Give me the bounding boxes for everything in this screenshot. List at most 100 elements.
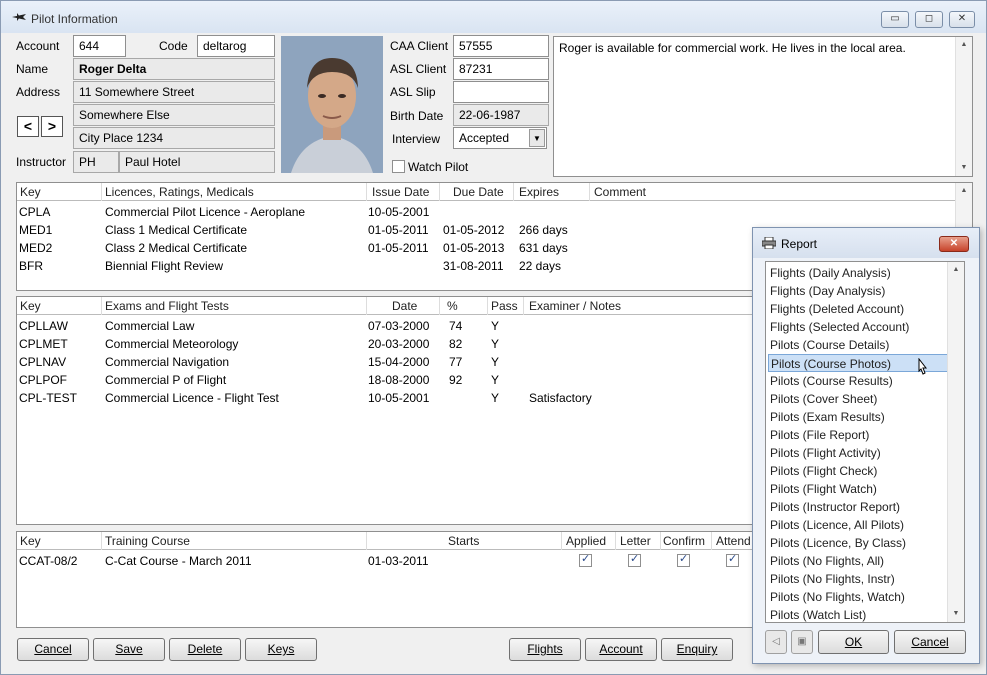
dropdown-arrow-icon[interactable]: ▼ [529,129,545,147]
flights-button[interactable]: Flights [509,638,581,661]
col-header[interactable]: Confirm [663,534,705,548]
confirm-checkbox[interactable] [677,552,690,567]
cell-desc: Commercial P of Flight [105,373,227,387]
col-header[interactable]: Pass [491,299,518,313]
col-header[interactable]: Letter [620,534,651,548]
col-header[interactable]: Due Date [453,185,504,199]
report-cancel-button[interactable]: Cancel [894,630,966,654]
interview-label: Interview [392,132,441,146]
pilot-photo-image [281,36,383,173]
cell-issue: 01-05-2011 [368,223,429,237]
name-field[interactable]: Roger Delta [73,58,275,80]
birth-date-field[interactable]: 22-06-1987 [453,104,549,126]
caa-client-label: CAA Client [390,39,449,53]
delete-button[interactable]: Delete [169,638,241,661]
col-header[interactable]: Starts [448,534,479,548]
watch-pilot-label: Watch Pilot [408,160,469,174]
asl-client-field[interactable]: 87231 [453,58,549,80]
report-list-item[interactable]: Pilots (Licence, By Class) [768,534,948,552]
address-line-2[interactable]: Somewhere Else [73,104,275,126]
col-header[interactable]: Attend [716,534,751,548]
report-list-item[interactable]: Pilots (Flight Check) [768,462,948,480]
col-header[interactable]: % [447,299,458,313]
report-list-item[interactable]: Flights (Daily Analysis) [768,264,948,282]
col-header[interactable]: Applied [566,534,606,548]
report-close-button[interactable]: ✕ [939,236,969,252]
keys-button[interactable]: Keys [245,638,317,661]
report-list-item[interactable]: Pilots (Course Details) [768,336,948,354]
report-list-item[interactable]: Pilots (Flight Watch) [768,480,948,498]
enquiry-button[interactable]: Enquiry [661,638,733,661]
col-header[interactable]: Issue Date [372,185,429,199]
report-list-item[interactable]: Pilots (File Report) [768,426,948,444]
back-arrow-icon[interactable]: ◁ [765,630,787,654]
account-button[interactable]: Account [585,638,657,661]
scroll-up-icon[interactable]: ▲ [948,262,964,278]
report-list-item[interactable]: Pilots (Watch List) [768,606,948,622]
instructor-code-field[interactable]: PH [73,151,119,173]
letter-checkbox[interactable] [628,552,641,567]
report-list-item[interactable]: Pilots (Exam Results) [768,408,948,426]
col-header[interactable]: Examiner / Notes [529,299,621,313]
interview-select[interactable]: Accepted ▼ [453,127,547,149]
notes-scrollbar[interactable]: ▲ ▼ [955,37,972,176]
cell-desc: Commercial Meteorology [105,337,239,351]
report-list-item[interactable]: Flights (Selected Account) [768,318,948,336]
save-button[interactable]: Save [93,638,165,661]
scroll-down-icon[interactable]: ▼ [956,160,972,176]
col-header[interactable]: Date [392,299,417,313]
birth-date-label: Birth Date [390,109,444,123]
report-list-item[interactable]: Pilots (Licence, All Pilots) [768,516,948,534]
col-header[interactable]: Licences, Ratings, Medicals [105,185,254,199]
col-header[interactable]: Comment [594,185,646,199]
address-line-3[interactable]: City Place 1234 [73,127,275,149]
col-header[interactable]: Expires [519,185,559,199]
applied-checkbox[interactable] [579,552,592,567]
report-list-item[interactable]: Flights (Day Analysis) [768,282,948,300]
instructor-name-field[interactable]: Paul Hotel [119,151,275,173]
report-list-item[interactable]: Pilots (No Flights, Watch) [768,588,948,606]
next-record-button[interactable]: > [41,116,63,137]
report-list-item[interactable]: Pilots (Cover Sheet) [768,390,948,408]
save-icon[interactable]: ▣ [791,630,813,654]
report-list-item[interactable]: Pilots (No Flights, Instr) [768,570,948,588]
cell-starts: 01-03-2011 [368,554,429,568]
cancel-button[interactable]: Cancel [17,638,89,661]
caa-client-field[interactable]: 57555 [453,35,549,57]
address-line-1[interactable]: 11 Somewhere Street [73,81,275,103]
report-title-bar: Report ✕ [753,228,979,258]
cell-desc: Class 1 Medical Certificate [105,223,248,237]
scroll-up-icon[interactable]: ▲ [956,37,972,53]
code-field[interactable]: deltarog [197,35,275,57]
scroll-up-icon[interactable]: ▲ [956,183,972,199]
cell-desc: Biennial Flight Review [105,259,224,273]
report-list-item[interactable]: Flights (Deleted Account) [768,300,948,318]
report-title: Report [781,237,818,251]
report-list-item[interactable]: Pilots (No Flights, All) [768,552,948,570]
col-header[interactable]: Exams and Flight Tests [105,299,229,313]
previous-record-button[interactable]: < [17,116,39,137]
report-list-scrollbar[interactable]: ▲ ▼ [947,262,964,622]
scroll-down-icon[interactable]: ▼ [948,606,964,622]
notes-memo[interactable]: Roger is available for commercial work. … [553,36,973,177]
report-list-item[interactable]: Pilots (Instructor Report) [768,498,948,516]
minimize-button[interactable]: ▭ [881,11,909,28]
cell-key: BFR [19,259,43,273]
cell-key: CPLLAW [19,319,68,333]
account-label: Account [16,39,60,53]
attend-checkbox[interactable] [726,552,739,567]
watch-pilot-checkbox[interactable] [392,160,405,173]
maximize-button[interactable]: ◻ [915,11,943,28]
report-list-item[interactable]: Pilots (Flight Activity) [768,444,948,462]
col-header[interactable]: Key [20,185,41,199]
report-list[interactable]: Flights (Daily Analysis) Flights (Day Ana… [765,261,965,623]
asl-slip-field[interactable] [453,81,549,103]
col-header[interactable]: Key [20,534,41,548]
report-ok-button[interactable]: OK [818,630,889,654]
account-field[interactable]: 644 [73,35,126,57]
col-header[interactable]: Training Course [105,534,190,548]
close-button[interactable]: ✕ [949,11,975,28]
cell-date: 15-04-2000 [368,355,430,369]
col-header[interactable]: Key [20,299,41,313]
cell-key: CCAT-08/2 [19,554,78,568]
